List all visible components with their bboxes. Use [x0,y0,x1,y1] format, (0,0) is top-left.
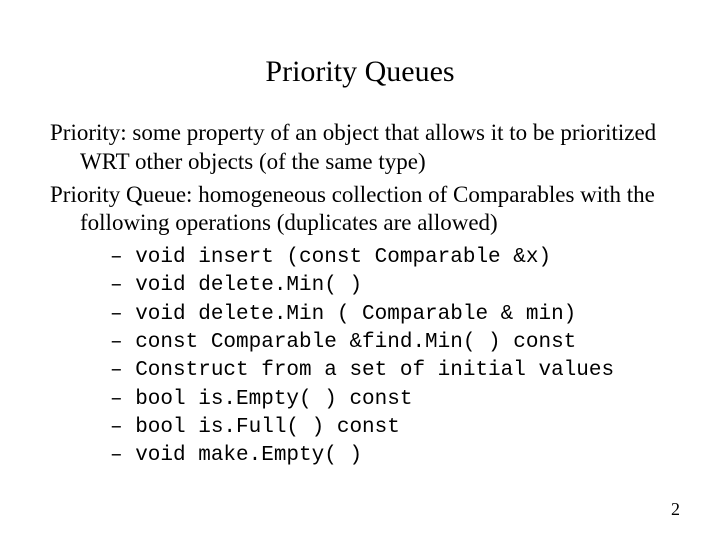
op-makeempty: – void make.Empty( ) [110,442,670,470]
paragraph-priority-def: Priority: some property of an object tha… [50,119,670,177]
op-insert: – void insert (const Comparable &x) [110,244,670,272]
op-isfull: – bool is.Full( ) const [110,414,670,442]
operations-list: – void insert (const Comparable &x) – vo… [50,244,670,471]
paragraph-pqueue-def: Priority Queue: homogeneous collection o… [50,181,670,239]
op-construct: – Construct from a set of initial values [110,357,670,385]
op-findmin: – const Comparable &find.Min( ) const [110,329,670,357]
page-number: 2 [671,499,680,520]
op-deletemin-arg: – void delete.Min ( Comparable & min) [110,301,670,329]
op-isempty: – bool is.Empty( ) const [110,386,670,414]
op-deletemin: – void delete.Min( ) [110,272,670,300]
slide-title: Priority Queues [50,55,670,89]
slide: Priority Queues Priority: some property … [0,0,720,540]
slide-body: Priority: some property of an object tha… [50,119,670,471]
